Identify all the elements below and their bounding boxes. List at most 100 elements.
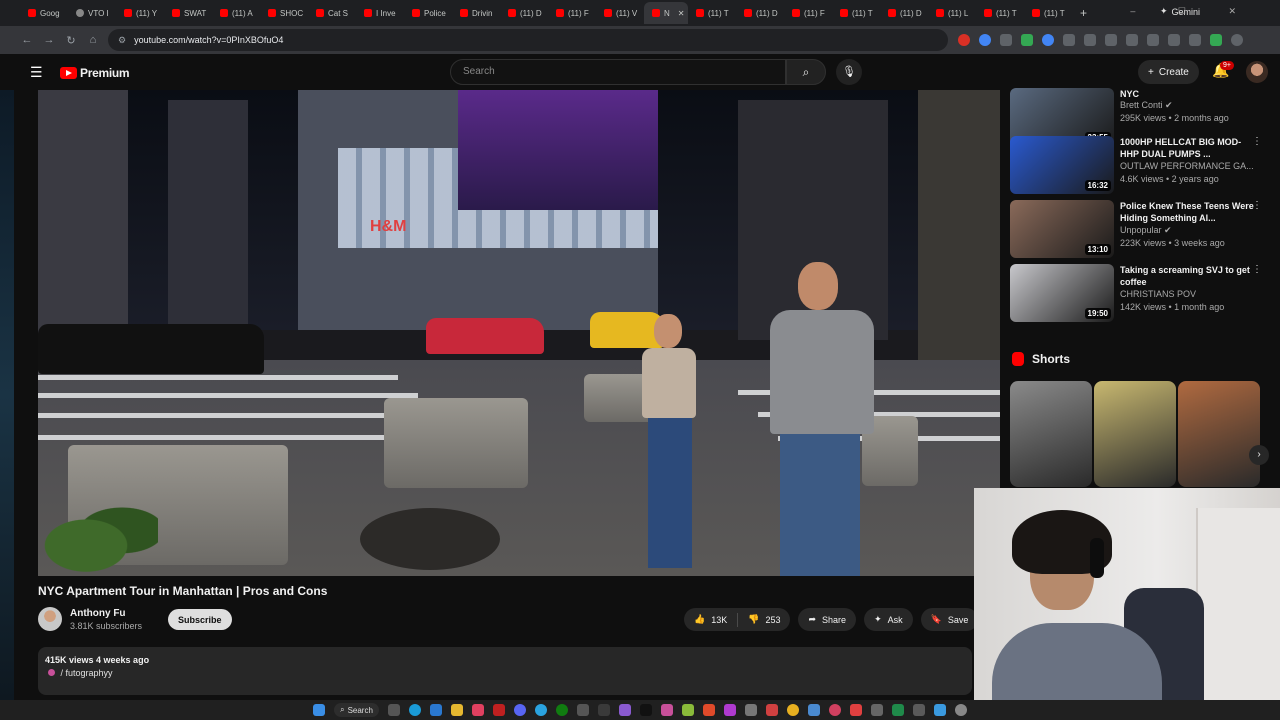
- reload-icon[interactable]: ↻: [60, 34, 82, 47]
- browser-tab[interactable]: I Inve: [356, 2, 404, 24]
- music-icon[interactable]: [471, 704, 484, 716]
- browser-tab[interactable]: (11) T: [1024, 2, 1072, 24]
- taskbar-app-icon[interactable]: [807, 704, 820, 716]
- extension-icon[interactable]: [1021, 34, 1033, 46]
- extension-icon[interactable]: [1042, 34, 1054, 46]
- browser-tab[interactable]: VTO I: [68, 2, 116, 24]
- bookmarks-icon[interactable]: [1147, 34, 1159, 46]
- save-button[interactable]: 🔖 Save: [920, 608, 979, 631]
- video-player[interactable]: H&M: [38, 90, 1000, 576]
- menu-icon[interactable]: ☰: [30, 64, 43, 81]
- browser-tab[interactable]: (11) L: [928, 2, 976, 24]
- taskbar-app-icon[interactable]: [387, 704, 400, 716]
- taskbar-app-icon[interactable]: [912, 704, 925, 716]
- browser-tab[interactable]: (11) T: [976, 2, 1024, 24]
- file-explorer-icon[interactable]: [450, 704, 463, 716]
- taskbar-app-icon[interactable]: [681, 704, 694, 716]
- recommended-video-title[interactable]: Taking a screaming SVJ to get coffee: [1120, 264, 1258, 288]
- taskbar-app-icon[interactable]: [849, 704, 862, 716]
- tiktok-icon[interactable]: [639, 704, 652, 716]
- site-info-icon[interactable]: ⚙: [118, 35, 126, 46]
- telegram-icon[interactable]: [534, 704, 547, 716]
- extension-icon[interactable]: [958, 34, 970, 46]
- short-thumbnail[interactable]: [1178, 381, 1260, 487]
- recommended-video-channel[interactable]: OUTLAW PERFORMANCE GA...: [1120, 161, 1254, 171]
- recommended-video-channel[interactable]: CHRISTIANS POV: [1120, 289, 1196, 299]
- recommended-video-title[interactable]: 1000HP HELLCAT BIG MOD-HHP DUAL PUMPS ..…: [1120, 136, 1258, 160]
- extension-icon[interactable]: [1189, 34, 1201, 46]
- voice-search-button[interactable]: 🎙: [836, 59, 862, 85]
- browser-tab[interactable]: (11) A: [212, 2, 260, 24]
- browser-tab[interactable]: (11) F: [548, 2, 596, 24]
- browser-tab[interactable]: SWAT: [164, 2, 212, 24]
- extensions-puzzle-icon[interactable]: [1063, 34, 1075, 46]
- browser-tab[interactable]: (11) F: [784, 2, 832, 24]
- new-tab-button[interactable]: +: [1080, 6, 1087, 20]
- browser-tab[interactable]: Goog: [20, 2, 68, 24]
- taskbar-app-icon[interactable]: [765, 704, 778, 716]
- subscribe-button[interactable]: Subscribe: [168, 609, 232, 630]
- create-button[interactable]: + Create: [1138, 60, 1199, 84]
- download-icon[interactable]: [1168, 34, 1180, 46]
- chrome-icon[interactable]: [786, 704, 799, 716]
- video-thumbnail[interactable]: 16:32: [1010, 136, 1114, 194]
- xbox-icon[interactable]: [555, 704, 568, 716]
- browser-tab[interactable]: N ✕: [644, 2, 688, 24]
- extension-icon[interactable]: [1084, 34, 1096, 46]
- channel-avatar[interactable]: [38, 607, 62, 631]
- description-link[interactable]: / futographyу: [48, 668, 113, 678]
- browser-tab[interactable]: Police: [404, 2, 452, 24]
- more-options-icon[interactable]: ⋮: [1252, 200, 1262, 211]
- taskbar-app-icon[interactable]: [597, 704, 610, 716]
- video-thumbnail[interactable]: 19:50: [1010, 264, 1114, 322]
- browser-tab[interactable]: (11) Y: [116, 2, 164, 24]
- window-controls[interactable]: – ☐ ✕: [1130, 6, 1256, 17]
- browser-tab[interactable]: (11) D: [736, 2, 784, 24]
- back-icon[interactable]: ←: [16, 34, 38, 46]
- taskbar-app-icon[interactable]: [933, 704, 946, 716]
- shorts-next-button[interactable]: ›: [1249, 445, 1269, 465]
- windows-start-icon[interactable]: [313, 704, 326, 716]
- recommended-video-title[interactable]: NYC: [1120, 88, 1258, 100]
- extension-icon[interactable]: [1000, 34, 1012, 46]
- browser-tab[interactable]: (11) T: [688, 2, 736, 24]
- settings-icon[interactable]: [954, 704, 967, 716]
- more-options-icon[interactable]: ⋮: [1252, 264, 1262, 275]
- profile-icon[interactable]: [1231, 34, 1243, 46]
- recommended-video[interactable]: 19:50 Taking a screaming SVJ to get coffe…: [1010, 264, 1272, 324]
- search-button[interactable]: ⌕: [786, 59, 826, 85]
- taskbar-app-icon[interactable]: [492, 704, 505, 716]
- taskbar-app-icon[interactable]: [618, 704, 631, 716]
- like-button[interactable]: 👍 13K: [684, 614, 737, 625]
- url-field[interactable]: ⚙ youtube.com/watch?v=0PInXBOfuO4: [108, 29, 948, 51]
- video-thumbnail[interactable]: 13:10: [1010, 200, 1114, 258]
- extension-icon[interactable]: [1210, 34, 1222, 46]
- taskbar-app-icon[interactable]: [702, 704, 715, 716]
- channel-name[interactable]: Anthony Fu: [70, 608, 126, 619]
- recommended-video[interactable]: 13:10 Police Knew These Teens Were Hiding…: [1010, 200, 1272, 260]
- browser-tab[interactable]: Drivin: [452, 2, 500, 24]
- browser-tab[interactable]: (11) V: [596, 2, 644, 24]
- recommended-video[interactable]: 16:32 1000HP HELLCAT BIG MOD-HHP DUAL PUM…: [1010, 136, 1272, 196]
- excel-icon[interactable]: [891, 704, 904, 716]
- recommended-video-channel[interactable]: Unpopular ✔: [1120, 225, 1172, 236]
- recommended-video-title[interactable]: Police Knew These Teens Were Hiding Some…: [1120, 200, 1258, 224]
- search-input[interactable]: Search: [450, 59, 786, 85]
- forward-icon[interactable]: →: [38, 34, 60, 46]
- youtube-logo[interactable]: Premium: [60, 66, 130, 80]
- browser-tab[interactable]: SHOC: [260, 2, 308, 24]
- taskbar-app-icon[interactable]: [828, 704, 841, 716]
- description-box[interactable]: [38, 647, 972, 695]
- taskbar-app-icon[interactable]: [744, 704, 757, 716]
- browser-tab[interactable]: (11) T: [832, 2, 880, 24]
- taskbar-search[interactable]: ⌕ Search: [334, 703, 379, 717]
- taskbar-app-icon[interactable]: [870, 704, 883, 716]
- extension-icon[interactable]: [1105, 34, 1117, 46]
- more-options-icon[interactable]: ⋮: [1252, 136, 1262, 147]
- recommended-video-channel[interactable]: Brett Conti ✔: [1120, 100, 1173, 111]
- share-button[interactable]: ➦ Share: [798, 608, 857, 631]
- edge-icon[interactable]: [408, 704, 421, 716]
- short-thumbnail[interactable]: [1094, 381, 1176, 487]
- close-tab-icon[interactable]: ✕: [678, 9, 685, 18]
- dislike-button[interactable]: 👎 253: [738, 614, 790, 625]
